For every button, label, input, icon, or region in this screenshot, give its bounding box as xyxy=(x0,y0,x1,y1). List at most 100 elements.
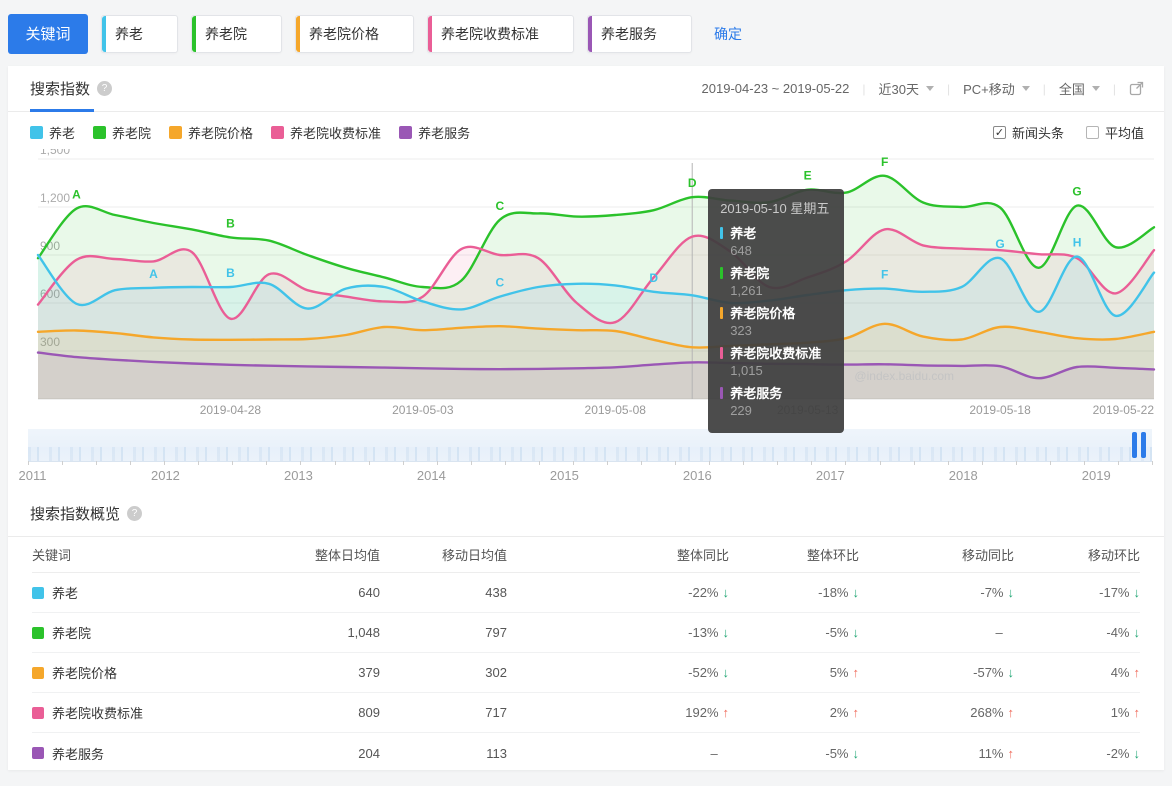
keyword-input[interactable]: 养老院收费标准 xyxy=(427,14,574,53)
news-marker-C[interactable]: C xyxy=(495,199,504,213)
keyword-swatch xyxy=(32,706,44,719)
timeline-year-label: 2015 xyxy=(549,468,579,483)
keyword-input[interactable]: 养老 xyxy=(101,14,178,53)
timeline-year-label: 2013 xyxy=(283,468,313,483)
legend-item[interactable]: 养老 xyxy=(30,123,75,142)
device-dropdown[interactable]: PC+移动 xyxy=(963,79,1030,98)
date-range-picker[interactable]: 2019-04-23 ~ 2019-05-22 xyxy=(702,81,850,96)
keyword-swatch xyxy=(32,626,44,639)
avg-value-cell: 302 xyxy=(485,665,507,680)
news-marker-C[interactable]: C xyxy=(495,276,504,290)
change-cell: -7% ↓ xyxy=(859,585,1014,600)
news-marker-H[interactable]: H xyxy=(1073,236,1082,250)
svg-text:1,500: 1,500 xyxy=(40,149,70,157)
overview-header: 搜索指数概览 ? xyxy=(8,488,1164,537)
legend-item[interactable]: 养老院收费标准 xyxy=(271,123,381,142)
checkbox-checked[interactable]: ✓ 新闻头条 xyxy=(992,123,1064,142)
change-cell: -13% ↓ xyxy=(507,625,729,640)
x-axis-label: 2019-05-18 xyxy=(969,403,1031,417)
tab-search-index[interactable]: 搜索指数 xyxy=(30,78,90,99)
confirm-link[interactable]: 确定 xyxy=(714,24,742,44)
change-value: 2% xyxy=(829,705,849,720)
legend-item[interactable]: 养老院价格 xyxy=(169,123,253,142)
change-value: -22% xyxy=(688,585,719,600)
keyword-swatch xyxy=(32,666,44,679)
change-value: 268% xyxy=(970,705,1004,720)
chevron-down-icon xyxy=(1091,86,1100,91)
region-value: 全国 xyxy=(1058,82,1085,97)
keyword-cell[interactable]: 养老 xyxy=(32,583,250,602)
change-value: – xyxy=(995,625,1003,640)
news-marker-D[interactable]: D xyxy=(688,176,697,190)
change-value: -7% xyxy=(980,585,1004,600)
keyword-cell[interactable]: 养老院 xyxy=(32,623,250,642)
news-marker-G[interactable]: G xyxy=(1072,185,1081,199)
legend-swatch xyxy=(169,126,183,139)
legend-swatch xyxy=(399,126,413,139)
avg-value-cell: 204 xyxy=(358,745,380,761)
x-axis-label: 2019-05-03 xyxy=(392,403,454,417)
change-cell: -52% ↓ xyxy=(507,665,729,680)
legend-item[interactable]: 养老服务 xyxy=(399,123,470,142)
keyword-input[interactable]: 养老服务 xyxy=(587,14,692,53)
change-value: 1% xyxy=(1110,705,1130,720)
keyword-toolbar: 关键词 养老 养老院 养老院价格 养老院收费标准 养老服务 确定 xyxy=(0,0,1172,58)
legend-item[interactable]: 养老院 xyxy=(93,123,151,142)
news-marker-A[interactable]: A xyxy=(149,267,158,281)
keyword-cell[interactable]: 养老院收费标准 xyxy=(32,703,250,722)
avg-value-cell: 438 xyxy=(485,585,507,600)
column-header: 移动环比 xyxy=(1087,548,1140,563)
news-marker-G[interactable]: G xyxy=(995,237,1004,251)
time-range-dropdown[interactable]: 近30天 xyxy=(878,79,934,98)
help-icon[interactable]: ? xyxy=(127,506,143,521)
change-cell: 4% ↑ xyxy=(1014,665,1140,680)
timeline-year-label: 2018 xyxy=(948,468,978,483)
keyword-color-bar xyxy=(192,15,196,52)
checkbox-unchecked[interactable]: ✓ 平均值 xyxy=(1085,123,1144,142)
keyword-cell[interactable]: 养老院价格 xyxy=(32,663,250,682)
change-value: 5% xyxy=(829,665,849,680)
legend-swatch xyxy=(271,126,285,139)
timeline-year-label: 2016 xyxy=(682,468,712,483)
change-cell: 11% ↑ xyxy=(859,746,1014,761)
slider-handle-left[interactable] xyxy=(1132,432,1137,458)
keyword-input[interactable]: 养老院价格 xyxy=(295,14,414,53)
avg-value-cell: 809 xyxy=(358,705,380,720)
news-marker-E[interactable]: E xyxy=(804,169,812,183)
timeline-year-label: 2017 xyxy=(815,468,845,483)
change-cell: -18% ↓ xyxy=(729,585,859,600)
slider-handle-right[interactable] xyxy=(1141,432,1146,458)
external-link-icon[interactable] xyxy=(1129,81,1144,96)
overview-title: 搜索指数概览 xyxy=(30,506,121,523)
arrow-up-icon: ↑ xyxy=(1133,665,1141,680)
chart-options: ✓ 新闻头条 ✓ 平均值 xyxy=(971,123,1144,142)
help-icon[interactable]: ? xyxy=(97,81,113,96)
device-value: PC+移动 xyxy=(963,82,1015,97)
timeline-year-label: 2019 xyxy=(1081,468,1111,483)
news-marker-A[interactable]: A xyxy=(72,188,81,202)
keyword-cell[interactable]: 养老服务 xyxy=(32,744,250,763)
keyword-label-button[interactable]: 关键词 xyxy=(8,13,88,54)
keyword-input[interactable]: 养老院 xyxy=(191,14,282,53)
news-marker-F[interactable]: F xyxy=(881,155,888,169)
news-marker-F[interactable]: F xyxy=(881,268,888,282)
avg-value-cell: 379 xyxy=(358,665,380,680)
news-marker-D[interactable]: D xyxy=(649,271,658,285)
trend-chart[interactable]: 300 600 900 1,200 1,500 A B C D E F G A B C D F G H 2019-0… xyxy=(26,149,1164,433)
chart-header: 搜索指数 ? 2019-04-23 ~ 2019-05-22 | 近30天 | … xyxy=(8,66,1164,112)
legend-swatch xyxy=(30,126,43,139)
timeline-year-label: 2011 xyxy=(18,468,47,483)
timeline-year-label: 2012 xyxy=(150,468,180,483)
news-marker-B[interactable]: B xyxy=(226,216,235,230)
column-header: 关键词 xyxy=(32,548,72,563)
overview-table: 关键词 整体日均值 移动日均值 整体同比 整体环比 移动同比 移动环比 养老 640 438 -22… xyxy=(32,537,1140,773)
trend-chart-svg: 3006009001,2001,500ABCDEFGA BC D FG H xyxy=(36,149,1156,400)
chevron-down-icon xyxy=(1021,86,1030,91)
keyword-color-bar xyxy=(102,15,106,52)
region-dropdown[interactable]: 全国 xyxy=(1059,79,1100,98)
change-cell: 2% ↑ xyxy=(729,705,859,720)
search-index-card: 搜索指数 ? 2019-04-23 ~ 2019-05-22 | 近30天 | … xyxy=(8,66,1164,770)
timeline-slider[interactable] xyxy=(28,429,1153,465)
chart-legend: 养老 养老院 养老院价格 养老院收费标准 养老服务 xyxy=(30,123,488,142)
news-marker-B[interactable]: B xyxy=(226,266,235,280)
